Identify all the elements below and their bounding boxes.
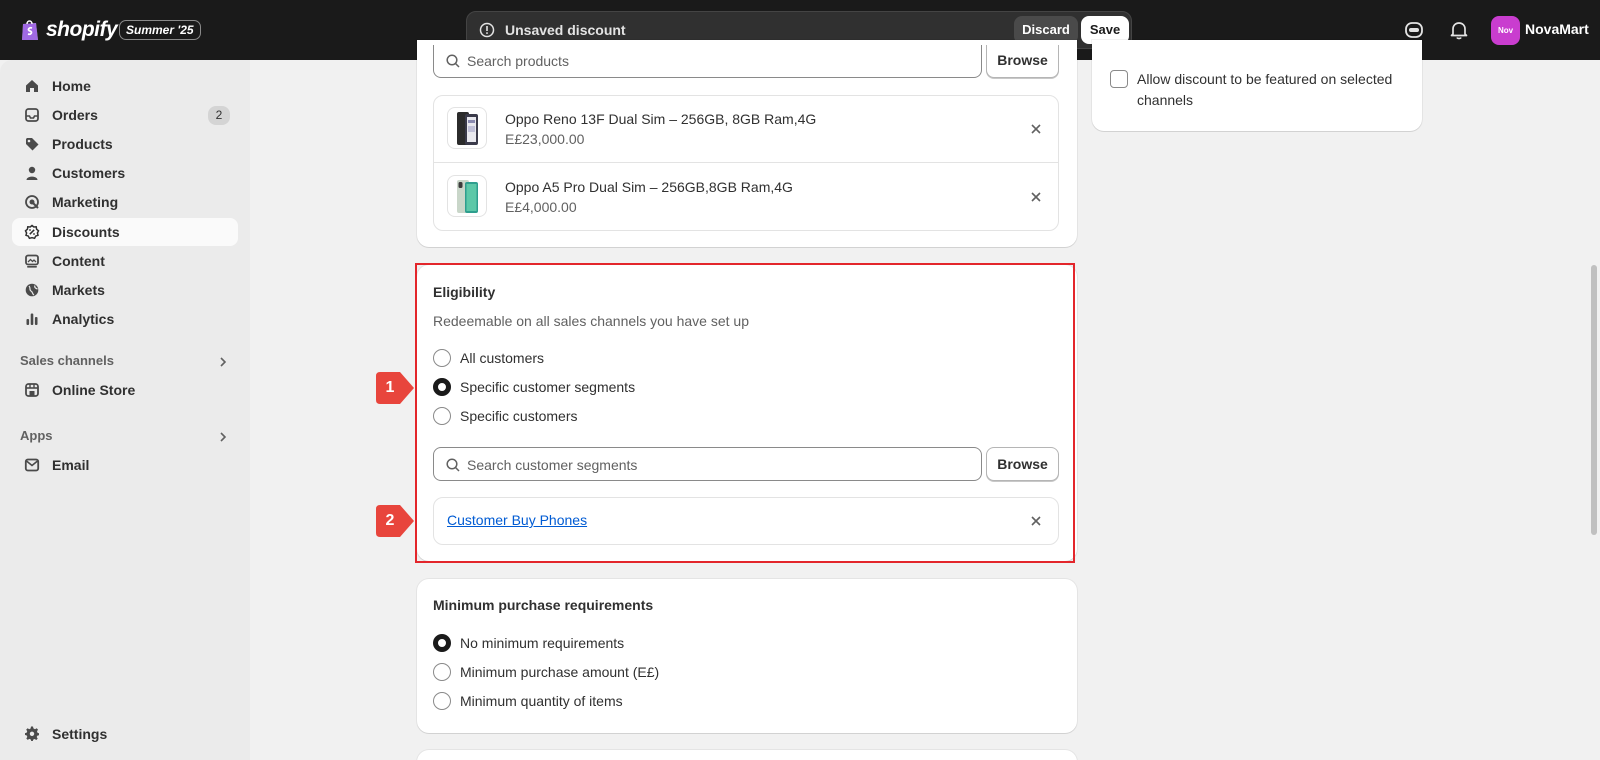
image-icon	[22, 251, 42, 271]
product-search-field[interactable]	[433, 45, 982, 78]
radio-label: No minimum requirements	[460, 635, 625, 651]
sidebar-item-label: Content	[52, 253, 105, 269]
apps-heading[interactable]: Apps	[20, 428, 230, 448]
sidebar-item-label: Settings	[52, 726, 108, 742]
gear-icon	[22, 724, 42, 744]
sidebar-item-products[interactable]: Products	[12, 130, 238, 158]
featured-channels-checkbox[interactable]	[1110, 70, 1128, 88]
orders-icon	[22, 105, 42, 125]
sidekick-icon[interactable]	[1402, 18, 1426, 42]
sidebar-item-label: Discounts	[52, 224, 120, 240]
store-name[interactable]: NovaMart	[1525, 21, 1589, 37]
sidebar-item-label: Home	[52, 78, 91, 94]
sidebar-item-label: Email	[52, 457, 90, 473]
shopify-logo[interactable]: shopify	[20, 16, 118, 44]
avatar[interactable]: Nov	[1491, 16, 1520, 45]
close-icon	[1031, 124, 1041, 134]
logo-text: shopify	[46, 18, 118, 41]
minimum-purchase-title: Minimum purchase requirements	[433, 597, 654, 613]
sidebar-item-label: Products	[52, 136, 113, 152]
browse-products-button[interactable]: Browse	[986, 45, 1059, 78]
sidebar-item-discounts[interactable]: Discounts	[12, 218, 238, 246]
unsaved-message: Unsaved discount	[505, 22, 626, 38]
sidebar-item-label: Orders	[52, 107, 98, 123]
featured-channels-label: Allow discount to be featured on selecte…	[1137, 71, 1393, 108]
person-icon	[22, 163, 42, 183]
radio-button-selected[interactable]	[433, 634, 451, 652]
sidebar-item-label: Markets	[52, 282, 105, 298]
chevron-right-icon	[220, 432, 227, 442]
email-icon	[22, 455, 42, 475]
annotation-marker-1: 1	[376, 371, 414, 405]
sidebar-item-label: Customers	[52, 165, 126, 181]
sidebar-item-content[interactable]: Content	[12, 247, 238, 275]
apps-label: Apps	[20, 428, 53, 443]
product-row[interactable]: Oppo Reno 13F Dual Sim – 256GB, 8GB Ram,…	[434, 96, 1058, 163]
product-row[interactable]: Oppo A5 Pro Dual Sim – 256GB,8GB Ram,4G …	[434, 164, 1058, 231]
product-price: E£23,000.00	[505, 131, 585, 147]
radio-minimum-quantity[interactable]: Minimum quantity of items	[433, 691, 623, 711]
product-search-input[interactable]	[467, 51, 947, 71]
next-card	[417, 750, 1077, 760]
target-icon	[22, 192, 42, 212]
close-icon	[1031, 192, 1041, 202]
marker-number: 2	[385, 512, 395, 529]
sidebar-item-settings[interactable]: Settings	[12, 720, 238, 748]
annotation-marker-2: 2	[376, 504, 414, 538]
sales-channels-label: Sales channels	[20, 353, 114, 368]
sidebar-item-online-store[interactable]: Online Store	[12, 376, 238, 404]
phone-image-icon	[457, 112, 478, 145]
eligibility-highlight-box	[415, 263, 1075, 563]
home-icon	[22, 76, 42, 96]
store-icon	[22, 380, 42, 400]
sidebar-item-home[interactable]: Home	[12, 72, 238, 100]
bell-icon[interactable]	[1447, 18, 1471, 42]
discount-icon	[22, 222, 42, 242]
radio-button[interactable]	[433, 692, 451, 710]
radio-label: Minimum purchase amount (E£)	[460, 664, 660, 680]
sidebar-item-label: Online Store	[52, 382, 136, 398]
remove-product-button[interactable]	[1026, 187, 1046, 207]
radio-label: Minimum quantity of items	[460, 693, 623, 709]
radio-no-minimum[interactable]: No minimum requirements	[433, 633, 624, 653]
chevron-right-icon	[220, 357, 227, 367]
product-title: Oppo Reno 13F Dual Sim – 256GB, 8GB Ram,…	[505, 111, 817, 127]
page-scrollbar[interactable]	[1591, 265, 1597, 535]
bar-chart-icon	[22, 309, 42, 329]
phone-image-icon	[457, 180, 478, 213]
alert-circle-icon	[479, 22, 495, 38]
sidebar-item-markets[interactable]: Markets	[12, 276, 238, 304]
product-title: Oppo A5 Pro Dual Sim – 256GB,8GB Ram,4G	[505, 179, 793, 195]
edition-badge: Summer '25	[119, 20, 201, 40]
sidebar-item-label: Marketing	[52, 194, 119, 210]
sidebar-item-customers[interactable]: Customers	[12, 159, 238, 187]
sidebar-item-label: Analytics	[52, 311, 115, 327]
sidebar-item-analytics[interactable]: Analytics	[12, 305, 238, 333]
product-price: E£4,000.00	[505, 199, 577, 215]
radio-button[interactable]	[433, 663, 451, 681]
sidebar-item-marketing[interactable]: Marketing	[12, 188, 238, 216]
sales-channels-heading[interactable]: Sales channels	[20, 353, 230, 373]
marker-number: 1	[385, 379, 395, 396]
product-thumbnail	[447, 175, 487, 217]
selected-products-list: Oppo Reno 13F Dual Sim – 256GB, 8GB Ram,…	[433, 95, 1059, 231]
sidebar-item-email[interactable]: Email	[12, 451, 238, 479]
search-icon	[446, 54, 460, 68]
product-thumbnail	[447, 107, 487, 149]
orders-count-badge: 2	[208, 106, 230, 125]
remove-product-button[interactable]	[1026, 119, 1046, 139]
sidebar-item-orders[interactable]: Orders 2	[12, 101, 238, 129]
globe-icon	[22, 280, 42, 300]
shopify-bag-icon	[22, 20, 38, 40]
tag-icon	[22, 134, 42, 154]
radio-minimum-amount[interactable]: Minimum purchase amount (E£)	[433, 662, 659, 682]
